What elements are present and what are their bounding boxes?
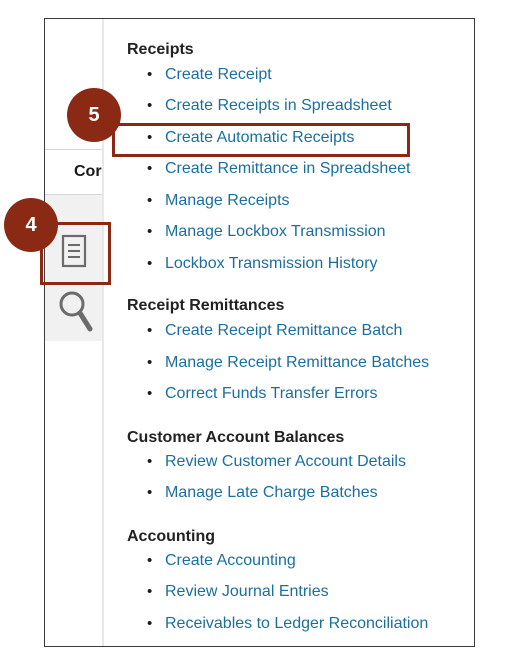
link-receivables-to-ledger-reconciliation[interactable]: Receivables to Ledger Reconciliation <box>165 615 428 632</box>
bullet: • <box>147 552 153 569</box>
menu-item-review-journal-entries[interactable]: • Review Journal Entries <box>147 583 329 601</box>
link-manage-lockbox-transmission[interactable]: Manage Lockbox Transmission <box>165 223 386 240</box>
bullet: • <box>147 453 153 470</box>
section-heading-receipt-remittances: Receipt Remittances <box>127 297 285 314</box>
menu-item-create-receipts-in-spreadsheet[interactable]: • Create Receipts in Spreadsheet <box>147 97 392 115</box>
link-manage-late-charge-batches[interactable]: Manage Late Charge Batches <box>165 484 378 501</box>
bullet: • <box>147 385 153 402</box>
menu-item-correct-funds-transfer-errors[interactable]: • Correct Funds Transfer Errors <box>147 385 378 403</box>
link-create-accounting[interactable]: Create Accounting <box>165 552 296 569</box>
menu-item-manage-late-charge-batches[interactable]: • Manage Late Charge Batches <box>147 484 378 502</box>
link-review-customer-account-details[interactable]: Review Customer Account Details <box>165 453 406 470</box>
menu-item-create-receipt[interactable]: • Create Receipt <box>147 66 272 84</box>
menu-item-receivables-to-ledger-reconciliation[interactable]: • Receivables to Ledger Reconciliation <box>147 615 428 633</box>
callout-highlight-create-automatic-receipts <box>112 123 410 157</box>
link-create-receipt-remittance-batch[interactable]: Create Receipt Remittance Batch <box>165 322 402 339</box>
rail-tab-label[interactable]: Cor <box>74 163 102 181</box>
menu-item-manage-lockbox-transmission[interactable]: • Manage Lockbox Transmission <box>147 223 386 241</box>
link-create-remittance-in-spreadsheet[interactable]: Create Remittance in Spreadsheet <box>165 160 410 177</box>
step-badge-5: 5 <box>67 88 121 142</box>
link-correct-funds-transfer-errors[interactable]: Correct Funds Transfer Errors <box>165 385 378 402</box>
menu-item-create-accounting[interactable]: • Create Accounting <box>147 552 296 570</box>
menu-item-manage-receipts[interactable]: • Manage Receipts <box>147 192 290 210</box>
section-heading-customer-account-balances: Customer Account Balances <box>127 429 345 446</box>
menu-item-create-receipt-remittance-batch[interactable]: • Create Receipt Remittance Batch <box>147 322 402 340</box>
menu-item-manage-receipt-remittance-batches[interactable]: • Manage Receipt Remittance Batches <box>147 354 429 372</box>
bullet: • <box>147 192 153 209</box>
link-manage-receipt-remittance-batches[interactable]: Manage Receipt Remittance Batches <box>165 354 429 371</box>
bullet: • <box>147 615 153 632</box>
section-heading-receipts: Receipts <box>127 41 194 58</box>
step-badge-4: 4 <box>4 198 58 252</box>
rail-separator <box>45 149 102 150</box>
search-icon[interactable] <box>58 290 94 339</box>
link-create-receipt[interactable]: Create Receipt <box>165 66 272 83</box>
bullet: • <box>147 97 153 114</box>
menu-item-review-customer-account-details[interactable]: • Review Customer Account Details <box>147 453 406 471</box>
bullet: • <box>147 322 153 339</box>
menu-item-lockbox-transmission-history[interactable]: • Lockbox Transmission History <box>147 255 378 273</box>
bullet: • <box>147 354 153 371</box>
bullet: • <box>147 484 153 501</box>
section-heading-accounting: Accounting <box>127 528 215 545</box>
bullet: • <box>147 255 153 272</box>
bullet: • <box>147 223 153 240</box>
bullet: • <box>147 583 153 600</box>
link-create-receipts-in-spreadsheet[interactable]: Create Receipts in Spreadsheet <box>165 97 392 114</box>
link-lockbox-transmission-history[interactable]: Lockbox Transmission History <box>165 255 378 272</box>
link-review-journal-entries[interactable]: Review Journal Entries <box>165 583 329 600</box>
link-manage-receipts[interactable]: Manage Receipts <box>165 192 290 209</box>
bullet: • <box>147 160 153 177</box>
bullet: • <box>147 66 153 83</box>
menu-item-create-remittance-in-spreadsheet[interactable]: • Create Remittance in Spreadsheet <box>147 160 410 178</box>
